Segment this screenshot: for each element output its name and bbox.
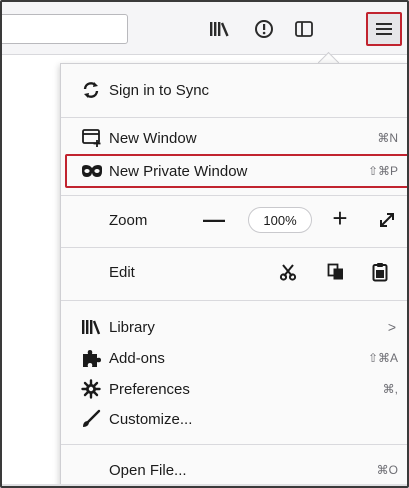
menu-item-label: Sign in to Sync <box>109 81 210 99</box>
zoom-reset-button[interactable]: 100% <box>248 207 312 233</box>
gear-icon <box>81 377 109 401</box>
sidebar-toolbar-button[interactable] <box>289 14 319 44</box>
menu-separator <box>61 195 407 196</box>
edit-label: Edit <box>109 263 135 281</box>
url-bar[interactable] <box>2 14 128 44</box>
shortcut-label: ⇧⌘A <box>367 351 398 365</box>
shortcut-label: ⌘O <box>376 463 398 477</box>
browser-window: Sign in to Sync New Window ⌘N New Privat… <box>0 0 409 488</box>
puzzle-icon <box>81 346 109 370</box>
zoom-out-button[interactable]: — <box>199 205 229 235</box>
reader-toolbar-button[interactable] <box>249 14 279 44</box>
toolbar <box>2 2 407 55</box>
page-content <box>2 55 57 486</box>
shortcut-label: ⌘N <box>377 131 398 145</box>
menu-item-label: Add-ons <box>109 349 165 367</box>
copy-button[interactable] <box>323 259 349 285</box>
menu-item-customize[interactable]: Customize... <box>61 405 407 433</box>
menu-item-label: New Window <box>109 129 197 147</box>
menu-separator <box>61 300 407 301</box>
menu-item-label: Customize... <box>109 410 193 428</box>
fullscreen-icon <box>380 213 394 227</box>
reader-icon <box>255 20 273 38</box>
menu-item-preferences[interactable]: Preferences ⌘, <box>61 375 407 403</box>
edit-row: Edit <box>61 258 407 286</box>
menu-item-label: Preferences <box>109 380 190 398</box>
hamburger-menu-button[interactable] <box>366 12 402 46</box>
hamburger-menu-icon <box>376 23 392 35</box>
zoom-in-button[interactable]: + <box>325 203 355 233</box>
menu-separator <box>61 444 407 445</box>
new-window-icon <box>81 126 109 150</box>
window-bottom-edge <box>2 484 407 486</box>
fullscreen-button[interactable] <box>372 205 402 235</box>
zoom-row: Zoom <box>61 206 407 234</box>
submenu-arrow: > <box>387 319 396 335</box>
menu-separator <box>61 117 407 118</box>
sidebar-icon <box>295 21 313 37</box>
library-icon <box>81 315 109 339</box>
paste-button[interactable] <box>367 259 393 285</box>
menu-item-library[interactable]: Library > <box>61 313 407 341</box>
zoom-label: Zoom <box>109 211 148 229</box>
shortcut-label: ⌘, <box>382 382 398 396</box>
copy-icon <box>327 263 343 280</box>
menu-item-label: Library <box>109 318 155 336</box>
menu-item-sign-in-to-sync[interactable]: Sign in to Sync <box>61 76 407 104</box>
menu-item-label: Open File... <box>109 461 187 479</box>
private-window-highlight <box>65 154 407 188</box>
library-icon <box>210 22 229 37</box>
menu-separator <box>61 247 407 248</box>
paste-icon <box>372 263 388 282</box>
app-menu-panel: Sign in to Sync New Window ⌘N New Privat… <box>60 63 407 486</box>
sync-icon <box>81 78 109 102</box>
menu-item-open-file[interactable]: Open File... ⌘O <box>61 456 407 484</box>
cut-icon <box>279 264 297 281</box>
library-toolbar-button[interactable] <box>204 14 234 44</box>
cut-button[interactable] <box>275 259 301 285</box>
menu-item-add-ons[interactable]: Add-ons ⇧⌘A <box>61 344 407 372</box>
menu-item-new-window[interactable]: New Window ⌘N <box>61 124 407 152</box>
paintbrush-icon <box>81 407 109 431</box>
